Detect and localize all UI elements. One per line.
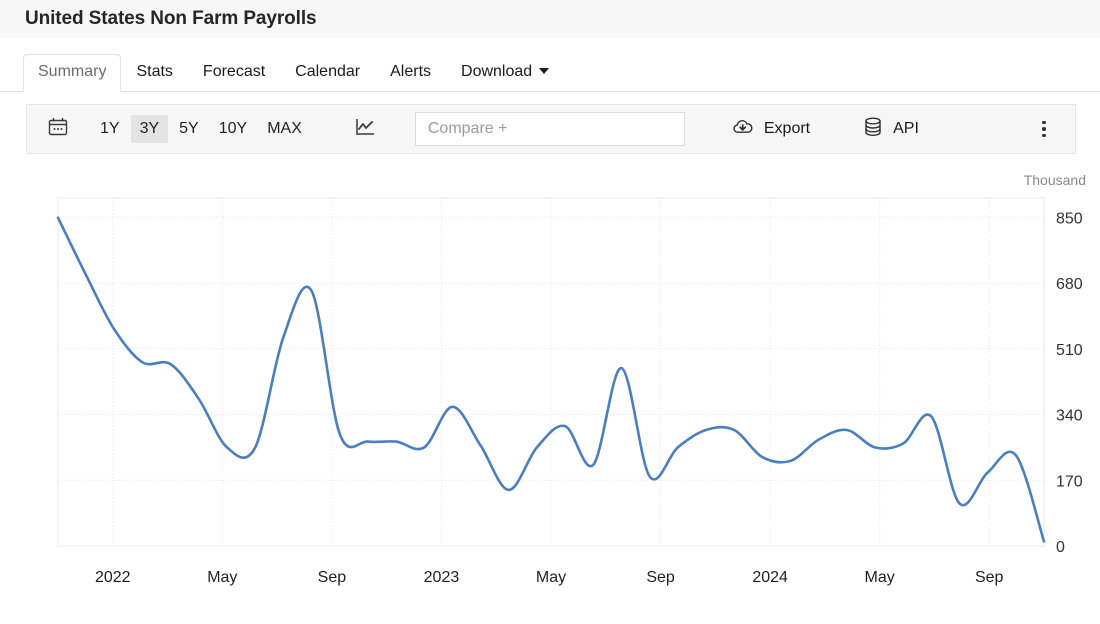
- tab-stats[interactable]: Stats: [121, 54, 187, 92]
- range-max[interactable]: MAX: [258, 115, 311, 143]
- svg-text:2023: 2023: [424, 569, 460, 586]
- calendar-icon: [47, 116, 69, 143]
- svg-text:170: 170: [1056, 473, 1083, 490]
- tab-calendar-label: Calendar: [295, 63, 360, 80]
- tab-summary[interactable]: Summary: [23, 54, 121, 92]
- svg-text:May: May: [207, 569, 237, 586]
- range-selector: 1Y 3Y 5Y 10Y MAX: [91, 115, 311, 143]
- api-button[interactable]: API: [862, 115, 919, 144]
- tab-forecast[interactable]: Forecast: [188, 54, 280, 92]
- page-title: United States Non Farm Payrolls: [25, 8, 316, 30]
- range-1y[interactable]: 1Y: [91, 115, 129, 143]
- svg-text:Sep: Sep: [318, 569, 347, 586]
- range-5y[interactable]: 5Y: [170, 115, 208, 143]
- tab-bar: Summary Stats Forecast Calendar Alerts D…: [0, 38, 1100, 92]
- svg-text:510: 510: [1056, 342, 1083, 359]
- svg-text:2024: 2024: [752, 569, 788, 586]
- chart-container: Thousand 2022 May Sep 2023 May Sep 2024 May Sep 0…: [0, 168, 1100, 612]
- chart-type-button[interactable]: [353, 115, 377, 144]
- tab-download[interactable]: Download: [446, 54, 564, 92]
- compare-input[interactable]: Compare +: [415, 112, 685, 146]
- export-button[interactable]: Export: [731, 115, 810, 144]
- export-label: Export: [764, 120, 810, 138]
- range-3y[interactable]: 3Y: [131, 115, 169, 143]
- svg-text:May: May: [865, 569, 895, 586]
- chevron-down-icon: [539, 68, 549, 74]
- svg-text:680: 680: [1056, 276, 1083, 293]
- line-chart-icon: [353, 115, 377, 144]
- api-label: API: [893, 120, 919, 138]
- toolbar-container: 1Y 3Y 5Y 10Y MAX Compare +: [0, 92, 1100, 154]
- tab-download-label: Download: [461, 63, 532, 80]
- tab-alerts-label: Alerts: [390, 63, 431, 80]
- app-root: United States Non Farm Payrolls Summary …: [0, 0, 1100, 624]
- svg-text:Sep: Sep: [975, 569, 1004, 586]
- kebab-dot-3: [1042, 134, 1046, 138]
- kebab-menu-icon[interactable]: [1031, 114, 1057, 144]
- kebab-dot-1: [1042, 121, 1046, 125]
- tab-forecast-label: Forecast: [203, 63, 265, 80]
- payrolls-line-chart[interactable]: 2022 May Sep 2023 May Sep 2024 May Sep 0 170 340 510…: [0, 168, 1100, 598]
- compare-placeholder: Compare +: [428, 120, 508, 138]
- svg-text:2022: 2022: [95, 569, 131, 586]
- chart-unit-label: Thousand: [1024, 172, 1086, 188]
- kebab-dot-2: [1042, 127, 1046, 131]
- cloud-download-icon: [731, 115, 755, 144]
- range-10y[interactable]: 10Y: [210, 115, 256, 143]
- calendar-range-button[interactable]: [27, 116, 89, 143]
- svg-text:0: 0: [1056, 539, 1065, 556]
- title-bar: United States Non Farm Payrolls: [0, 0, 1100, 38]
- svg-text:850: 850: [1056, 210, 1083, 227]
- tab-summary-label: Summary: [38, 63, 106, 80]
- tab-stats-label: Stats: [136, 63, 172, 80]
- database-icon: [862, 115, 884, 144]
- svg-text:May: May: [536, 569, 566, 586]
- svg-text:340: 340: [1056, 408, 1083, 425]
- chart-toolbar: 1Y 3Y 5Y 10Y MAX Compare +: [26, 104, 1076, 154]
- tab-alerts[interactable]: Alerts: [375, 54, 446, 92]
- tab-calendar[interactable]: Calendar: [280, 54, 375, 92]
- svg-text:Sep: Sep: [646, 569, 675, 586]
